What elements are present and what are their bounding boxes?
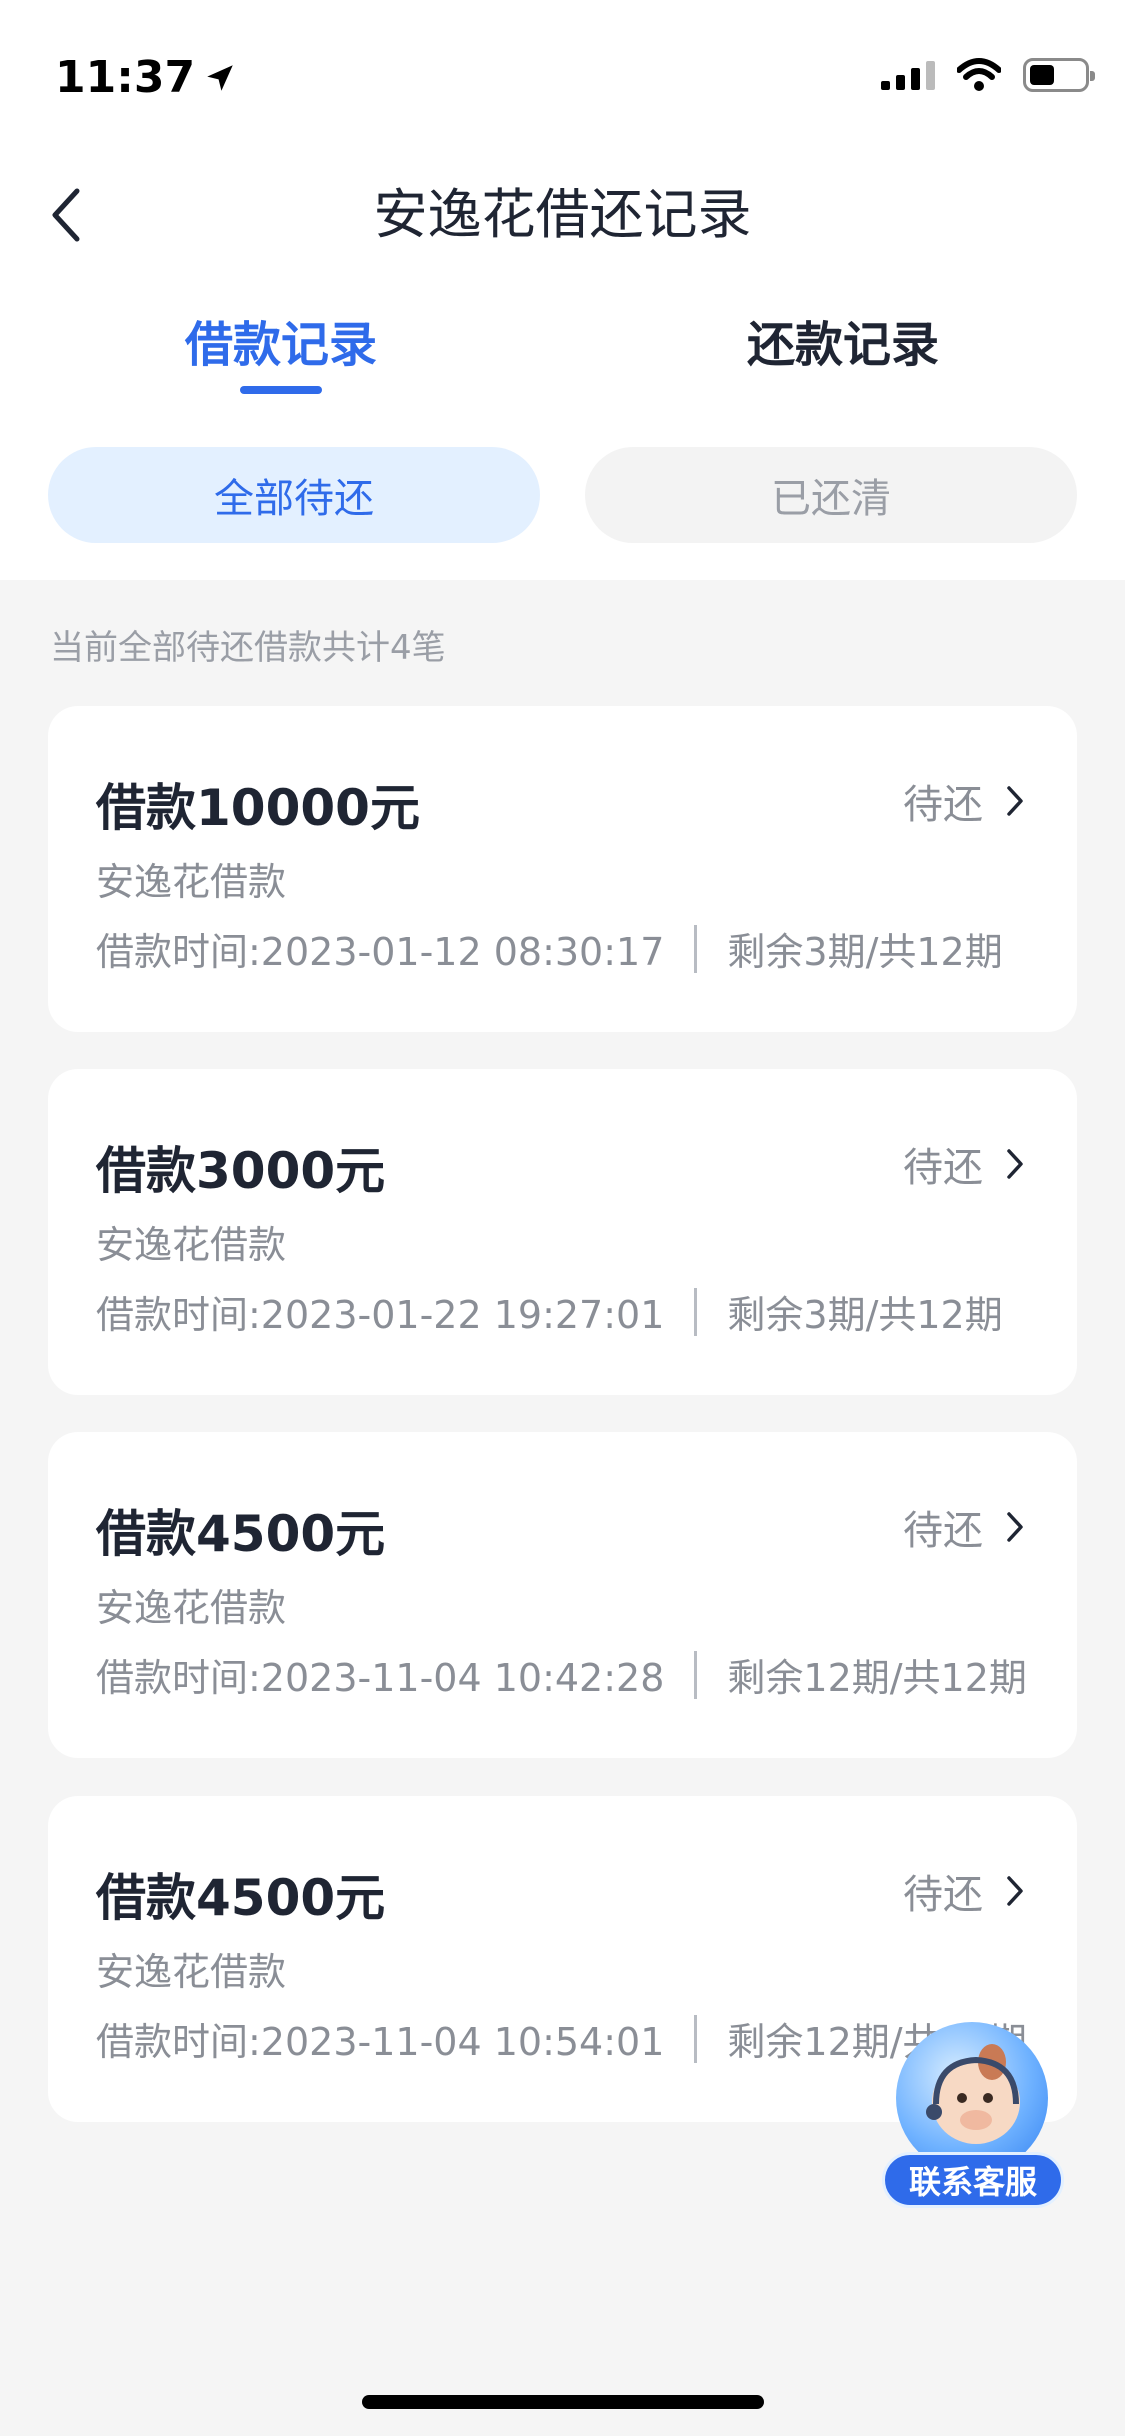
loan-time: 借款时间:2023-01-22 19:27:01 — [96, 1293, 665, 1337]
loan-status-label: 待还 — [903, 1508, 983, 1554]
page-title: 安逸花借还记录 — [373, 183, 752, 246]
loan-count-summary: 当前全部待还借款共计4笔 — [50, 628, 446, 668]
divider — [694, 2014, 698, 2063]
loan-amount: 借款3000元 — [96, 1142, 386, 1200]
loan-amount: 借款10000元 — [96, 779, 420, 837]
chevron-right-icon — [1007, 1149, 1023, 1179]
loan-card[interactable]: 借款4500元 待还 安逸花借款 借款时间:2023-11-04 10:42:2… — [48, 1432, 1077, 1758]
loan-periods: 剩余3期/共12期 — [727, 1293, 1003, 1337]
status-time: 11:37 — [55, 52, 237, 103]
loan-time: 借款时间:2023-11-04 10:42:28 — [96, 1656, 665, 1700]
loan-product: 安逸花借款 — [96, 1223, 287, 1267]
loan-periods: 剩余12期/共12期 — [727, 1656, 1027, 1700]
tab-repay-records[interactable]: 还款记录 — [683, 305, 1003, 385]
status-time-text: 11:37 — [55, 52, 196, 103]
loan-product: 安逸花借款 — [96, 1586, 287, 1630]
loan-periods: 剩余3期/共12期 — [727, 930, 1003, 974]
loan-meta: 借款时间:2023-01-12 08:30:17 剩余3期/共12期 — [96, 921, 1003, 976]
loan-status[interactable]: 待还 — [903, 1862, 1025, 1920]
loan-amount: 借款4500元 — [96, 1505, 386, 1563]
loan-product: 安逸花借款 — [96, 860, 287, 904]
loan-amount: 借款4500元 — [96, 1869, 386, 1927]
loan-time: 借款时间:2023-11-04 10:54:01 — [96, 2020, 665, 2064]
cellular-signal-icon — [881, 60, 935, 90]
loan-status[interactable]: 待还 — [903, 1498, 1025, 1556]
home-indicator[interactable] — [362, 2395, 764, 2409]
loan-meta: 借款时间:2023-11-04 10:42:28 剩余12期/共12期 — [96, 1647, 1027, 1702]
loan-status[interactable]: 待还 — [903, 1135, 1025, 1193]
loan-product: 安逸花借款 — [96, 1950, 287, 1994]
filter-paid-off[interactable]: 已还清 — [585, 447, 1077, 543]
customer-service-label: 联系客服 — [882, 2152, 1064, 2208]
tab-borrow-records[interactable]: 借款记录 — [121, 305, 441, 385]
loan-card[interactable]: 借款3000元 待还 安逸花借款 借款时间:2023-01-22 19:27:0… — [48, 1069, 1077, 1395]
divider — [694, 1287, 698, 1336]
chevron-right-icon — [1007, 1512, 1023, 1542]
loan-status[interactable]: 待还 — [903, 772, 1025, 830]
location-arrow-icon — [207, 64, 233, 91]
loan-card[interactable]: 借款10000元 待还 安逸花借款 借款时间:2023-01-12 08:30:… — [48, 706, 1077, 1032]
loan-status-label: 待还 — [903, 1145, 983, 1191]
chevron-right-icon — [1007, 1876, 1023, 1906]
loan-status-label: 待还 — [903, 1872, 983, 1918]
chevron-right-icon — [1007, 786, 1023, 816]
divider — [694, 924, 698, 973]
customer-service-button[interactable]: 联系客服 — [880, 2018, 1065, 2208]
filter-all-pending[interactable]: 全部待还 — [48, 447, 540, 543]
tab-active-indicator — [240, 386, 322, 394]
loan-meta: 借款时间:2023-01-22 19:27:01 剩余3期/共12期 — [96, 1284, 1003, 1339]
battery-icon — [1023, 58, 1095, 92]
loan-status-label: 待还 — [903, 782, 983, 828]
wifi-icon — [957, 58, 1001, 91]
loan-time: 借款时间:2023-01-12 08:30:17 — [96, 930, 665, 974]
divider — [694, 1650, 698, 1699]
status-icons — [881, 58, 1095, 92]
